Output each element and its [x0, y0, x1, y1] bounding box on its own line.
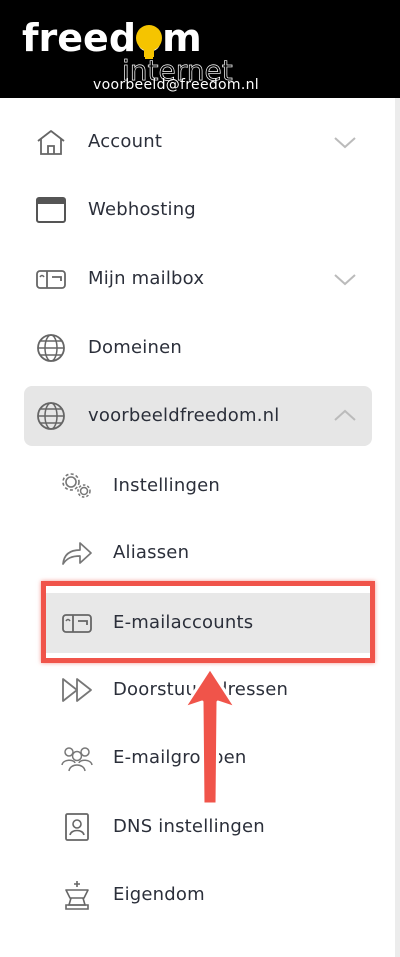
chevron-down-icon[interactable] [332, 130, 358, 154]
forward-arrow-icon [62, 542, 92, 565]
globe-icon [37, 402, 65, 430]
sidebar-item-label: Webhosting [88, 199, 196, 220]
sidebar-subitem-aliassen[interactable]: Aliassen [46, 523, 372, 583]
sidebar-item-label: Domeinen [88, 337, 182, 358]
sidebar-item-label: voorbeeldfreedom.nl [88, 405, 280, 426]
sidebar-item-domeinen[interactable]: Domeinen [24, 318, 372, 378]
sidebar-item-webhosting[interactable]: Webhosting [24, 180, 372, 240]
browser-window-icon [36, 197, 66, 223]
sidebar-subitem-eigendom[interactable]: Eigendom [46, 865, 372, 925]
account-email: voorbeeld@freedom.nl [93, 77, 259, 93]
sidebar-item-label: Account [88, 131, 163, 152]
mailbox-icon [62, 614, 92, 633]
sidebar-subitem-label: Doorstuuradressen [113, 679, 289, 700]
sidebar-subitem-label: E-mailgroepen [113, 747, 247, 768]
contact-card-icon [65, 813, 89, 841]
sidebar-subitem-label: E-mailaccounts [113, 612, 254, 633]
sidebar-subitem-label: Eigendom [113, 884, 205, 905]
sidebar-subitem-label: Instellingen [113, 475, 220, 496]
chevron-up-icon[interactable] [332, 404, 358, 428]
sidebar-subitem-label: DNS instellingen [113, 816, 265, 837]
globe-icon [37, 334, 65, 362]
sidebar-nav: Account Webhosting Mijn mailbox Domeinen… [0, 98, 400, 957]
sidebar-subitem-instellingen[interactable]: Instellingen [46, 456, 372, 516]
home-icon [37, 130, 65, 155]
sidebar-item-account[interactable]: Account [24, 112, 372, 172]
sidebar-subitem-label: Aliassen [113, 542, 190, 563]
sidebar-subitem-doorstuuradressen[interactable]: Doorstuuradressen [46, 660, 372, 720]
king-chess-icon [65, 881, 89, 910]
chevron-down-icon[interactable] [332, 267, 358, 291]
sidebar-subitem-e-mailgroepen[interactable]: E-mailgroepen [46, 728, 372, 788]
fast-forward-icon [62, 678, 92, 702]
sidebar-subitem-dns-instellingen[interactable]: DNS instellingen [46, 797, 372, 857]
mailbox-icon [36, 270, 66, 289]
sidebar-item-domain-voorbeeldfreedom[interactable]: voorbeeldfreedom.nl [24, 386, 372, 446]
gears-icon [62, 473, 91, 498]
sidebar-item-mijn-mailbox[interactable]: Mijn mailbox [24, 249, 372, 309]
sidebar-item-label: Mijn mailbox [88, 268, 205, 289]
app-header: freedom internet voorbeeld@freedom.nl [0, 0, 400, 98]
group-icon [61, 747, 93, 772]
sidebar-edge [395, 98, 400, 957]
sidebar-subitem-e-mailaccounts[interactable]: E-mailaccounts [46, 593, 372, 653]
